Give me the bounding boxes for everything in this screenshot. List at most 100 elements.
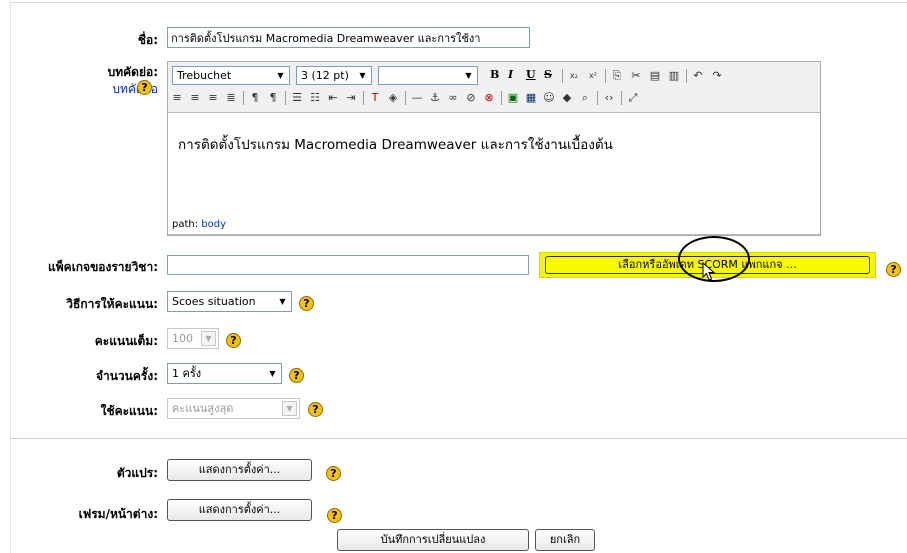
bold-icon[interactable]: B [490,68,499,81]
copy-icon[interactable]: ⎘ [610,69,624,83]
paste-word-icon[interactable]: ▥ [667,69,681,83]
section-divider [10,438,907,439]
special-char-icon[interactable]: ◆ [560,91,574,105]
fullscreen-icon[interactable]: ⤢ [626,91,640,105]
mouse-cursor-icon [702,262,716,281]
attempts-label: จำนวนครั้ง: [95,369,158,383]
link-icon[interactable]: ∞ [446,91,460,105]
editor-content-area[interactable]: การติดตั้งโปรแกรม Macromedia Dreamweaver… [168,112,820,235]
indent-icon[interactable]: ⇥ [344,91,358,105]
editor-toolbar-row-1: Trebuchet ▼ 3 (12 pt) ▼ ▼ B I U S x₂ x² … [168,65,820,87]
toolbar-separator [501,91,502,105]
toolbar-separator [686,69,687,83]
what-grade-help-icon[interactable]: ? [308,402,323,417]
max-grade-select[interactable]: 100 ▼ [167,328,219,349]
toolbar-separator [597,91,598,105]
what-grade-value: คะแนนสูงสุด [172,402,234,415]
toolbar-separator [562,69,563,83]
text-color-icon[interactable]: T [368,91,382,105]
background-color-icon[interactable]: ◈ [386,91,400,105]
max-grade-label: คะแนนเต็ม: [94,334,158,348]
name-label: ชื่อ: [137,33,158,47]
frames-show-settings-button[interactable]: แสดงการตั้งค่า... [167,499,312,521]
chevron-down-icon: ▼ [282,401,297,416]
insert-image-icon[interactable]: ▣ [506,91,520,105]
align-right-icon[interactable]: ≡ [206,91,220,105]
underline-icon[interactable]: U [526,68,536,81]
font-name-value: Trebuchet [177,69,232,82]
save-changes-button[interactable]: บันทึกการเปลี่ยนแปลง [337,529,529,551]
redo-icon[interactable]: ↷ [710,69,724,83]
chevron-down-icon: ▼ [269,369,276,378]
grading-method-select[interactable]: Scoes situation ▼ [167,291,292,312]
unordered-list-icon[interactable]: ☷ [308,91,322,105]
chevron-down-icon: ▼ [359,71,366,80]
attempts-select[interactable]: 1 ครั้ง ▼ [167,363,282,384]
summary-help-icon[interactable]: ? [137,80,152,95]
variables-help-icon[interactable]: ? [326,466,341,481]
html-editor: Trebuchet ▼ 3 (12 pt) ▼ ▼ B I U S x₂ x² … [167,61,821,236]
align-center-icon[interactable]: ≡ [188,91,202,105]
insert-table-icon[interactable]: ▦ [524,91,538,105]
attempts-value: 1 ครั้ง [172,367,202,380]
frame-top-border [10,2,907,3]
package-help-icon[interactable]: ? [886,262,901,277]
heading-select[interactable]: ▼ [378,66,478,85]
align-justify-icon[interactable]: ≣ [224,91,238,105]
align-left-icon[interactable]: ≡ [170,91,184,105]
ordered-list-icon[interactable]: ☰ [290,91,304,105]
strikethrough-icon[interactable]: S [544,68,552,81]
anchor-icon[interactable]: ⚓ [428,91,442,105]
grading-method-value: Scoes situation [172,295,256,308]
italic-icon[interactable]: I [508,68,513,81]
package-label: แพ็คเกจของรายวิชา: [48,260,158,274]
superscript-icon[interactable]: x² [586,69,600,83]
max-grade-value: 100 [172,332,193,345]
toolbar-separator [285,91,286,105]
chevron-down-icon: ▼ [465,71,472,80]
font-name-select[interactable]: Trebuchet ▼ [172,66,290,85]
chevron-down-icon: ▼ [279,297,286,306]
chevron-down-icon: ▼ [277,71,284,80]
attempts-help-icon[interactable]: ? [289,368,304,383]
toolbar-separator [605,69,606,83]
rtl-icon[interactable]: ¶ [266,91,280,105]
ltr-icon[interactable]: ¶ [248,91,262,105]
variables-show-settings-button[interactable]: แสดงการตั้งค่า... [167,459,312,481]
path-label: path: [172,219,199,230]
path-body-link[interactable]: body [201,219,226,230]
paste-icon[interactable]: ▤ [648,69,662,83]
toolbar-separator [363,91,364,105]
chevron-down-icon: ▼ [201,331,216,346]
nolink-icon[interactable]: ⊗ [482,91,496,105]
frames-help-icon[interactable]: ? [327,508,342,523]
grading-method-label: วิธีการให้คะแนน: [66,297,158,311]
toolbar-separator [621,91,622,105]
what-grade-select[interactable]: คะแนนสูงสุด ▼ [167,398,300,419]
font-size-value: 3 (12 pt) [301,69,349,82]
cancel-button[interactable]: ยกเลิก [535,529,595,551]
grading-method-help-icon[interactable]: ? [299,296,314,311]
package-input[interactable] [167,255,529,275]
frames-label: เฟรม/หน้าต่าง: [78,507,158,521]
editor-path-bar: path: body [172,219,226,230]
toolbar-separator [405,91,406,105]
frame-left-border [10,2,11,553]
outdent-icon[interactable]: ⇤ [326,91,340,105]
editor-toolbar-row-2: ≡ ≡ ≡ ≣ ¶ ¶ ☰ ☷ ⇤ ⇥ T ◈ — ⚓ ∞ ⊘ ⊗ ▣ ▦ ☺ … [168,87,820,109]
subscript-icon[interactable]: x₂ [567,69,581,83]
undo-icon[interactable]: ↶ [691,69,705,83]
cut-icon[interactable]: ✂ [629,69,643,83]
name-input[interactable] [167,27,530,48]
what-grade-label: ใช้คะแนน: [100,404,158,418]
max-grade-help-icon[interactable]: ? [226,333,241,348]
editor-content-text: การติดตั้งโปรแกรม Macromedia Dreamweaver… [178,137,613,153]
html-source-icon[interactable]: ‹› [602,91,616,105]
variables-label: ตัวแปร: [116,466,158,480]
unlink-icon[interactable]: ⊘ [464,91,478,105]
smiley-icon[interactable]: ☺ [542,91,556,105]
search-replace-icon[interactable]: ⌕ [578,91,592,105]
font-size-select[interactable]: 3 (12 pt) ▼ [296,66,372,85]
horizontal-rule-icon[interactable]: — [410,91,424,105]
toolbar-separator [243,91,244,105]
